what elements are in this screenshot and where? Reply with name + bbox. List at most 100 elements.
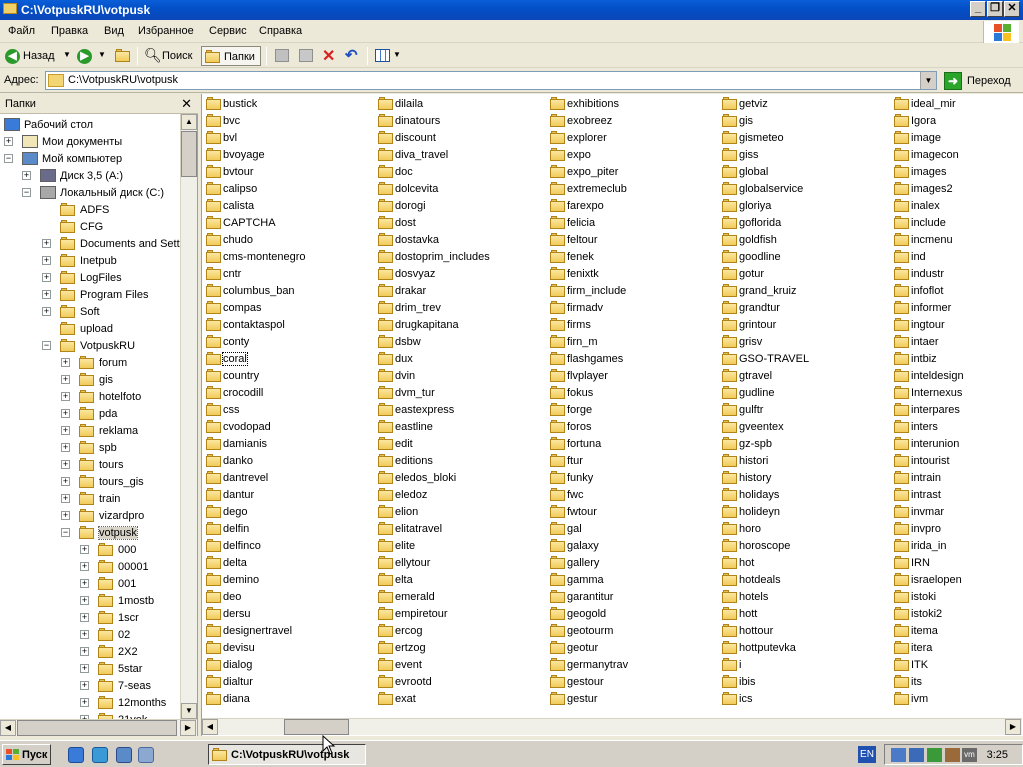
folder-item[interactable]: fokus [546,384,716,401]
folder-item[interactable]: fortuna [546,435,716,452]
folder-item[interactable]: hott [718,605,888,622]
folder-item[interactable]: chudo [202,231,372,248]
back-button[interactable]: ◀ Назад ▼ [2,46,72,66]
folder-item[interactable]: ertzog [374,639,544,656]
expand-icon[interactable]: + [61,477,70,486]
folder-item[interactable]: felicia [546,214,716,231]
tree-item[interactable]: +02 [0,627,180,644]
folder-item[interactable]: gamma [546,571,716,588]
expand-icon[interactable]: + [42,307,51,316]
tree-vertical-scrollbar[interactable]: ▲ ▼ [180,114,197,719]
folder-item[interactable]: ingtour [890,316,1023,333]
folder-item[interactable]: intourist [890,452,1023,469]
folder-item[interactable]: include [890,214,1023,231]
folder-item[interactable]: dvm_tur [374,384,544,401]
tree-item[interactable]: + pda [0,406,180,423]
tree-item[interactable]: + hotelfoto [0,389,180,406]
folder-item[interactable]: intrain [890,469,1023,486]
chevron-down-icon[interactable]: ▼ [393,50,401,59]
folder-item[interactable]: eledos_bloki [374,469,544,486]
forward-button[interactable]: ▶ ▼ [74,46,108,66]
tree-item[interactable]: − Локальный диск (C:) [0,185,180,202]
folder-item[interactable]: istoki [890,588,1023,605]
tree-item[interactable]: +21vek [0,712,180,719]
network-connection-icon[interactable] [891,748,906,762]
folder-item[interactable]: deo [202,588,372,605]
tree-item[interactable]: + spb [0,440,180,457]
folder-item[interactable]: dego [202,503,372,520]
folder-item[interactable]: dantur [202,486,372,503]
folder-item[interactable]: delfinco [202,537,372,554]
folder-item[interactable]: istoki2 [890,605,1023,622]
scroll-thumb[interactable] [284,719,349,735]
folder-item[interactable]: elitatravel [374,520,544,537]
folder-item[interactable]: inteldesign [890,367,1023,384]
folder-item[interactable]: cntr [202,265,372,282]
expand-icon[interactable]: + [80,630,89,639]
menu-tools[interactable]: Сервис [209,25,247,37]
folder-item[interactable]: fenek [546,248,716,265]
expand-icon[interactable]: + [61,358,70,367]
folder-item[interactable]: dolcevita [374,180,544,197]
close-button[interactable]: ✕ [1004,1,1020,17]
up-folder-button[interactable] [112,46,134,66]
folder-item[interactable]: dersu [202,605,372,622]
folder-item[interactable]: inters [890,418,1023,435]
folder-item[interactable]: geogold [546,605,716,622]
folder-item[interactable]: feltour [546,231,716,248]
tree-item[interactable]: + LogFiles [0,270,180,287]
folder-item[interactable]: globalservice [718,180,888,197]
folder-item[interactable]: dialog [202,656,372,673]
folder-item[interactable]: dosvyaz [374,265,544,282]
tree-item[interactable]: +000 [0,542,180,559]
folder-item[interactable]: gz-spb [718,435,888,452]
collapse-icon[interactable]: − [42,341,51,350]
scroll-right-icon[interactable]: ▶ [180,720,196,736]
folder-item[interactable]: intbiz [890,350,1023,367]
tree-item[interactable]: ADFS [0,202,180,219]
folder-item[interactable]: gtravel [718,367,888,384]
scroll-up-icon[interactable]: ▲ [181,114,197,130]
folder-item[interactable]: drakar [374,282,544,299]
folder-item[interactable]: fwtour [546,503,716,520]
folder-item[interactable]: crocodill [202,384,372,401]
folder-item[interactable]: firmadv [546,299,716,316]
folder-item[interactable]: dost [374,214,544,231]
folder-item[interactable]: holidays [718,486,888,503]
expand-icon[interactable]: + [61,392,70,401]
folder-item[interactable]: diva_travel [374,146,544,163]
folder-item[interactable]: exobreez [546,112,716,129]
folder-item[interactable]: ind [890,248,1023,265]
folder-item[interactable]: geotur [546,639,716,656]
folder-item[interactable]: eastexpress [374,401,544,418]
folder-item[interactable]: delfin [202,520,372,537]
folder-item[interactable]: editions [374,452,544,469]
start-button[interactable]: Пуск [2,744,51,765]
folder-item[interactable]: ITK [890,656,1023,673]
folder-item[interactable]: bvl [202,129,372,146]
expand-icon[interactable]: + [61,494,70,503]
close-icon[interactable]: ✕ [181,96,192,112]
tree-item[interactable]: +2X2 [0,644,180,661]
delete-button[interactable]: ✕ [319,46,339,66]
expand-icon[interactable]: + [42,256,51,265]
folder-item[interactable]: gveentex [718,418,888,435]
tree-item[interactable]: + vizardpro [0,508,180,525]
expand-icon[interactable]: + [61,443,70,452]
folder-item[interactable]: informer [890,299,1023,316]
folder-item[interactable]: dvin [374,367,544,384]
network-connection-icon[interactable] [909,748,924,762]
folder-item[interactable]: drugkapitana [374,316,544,333]
expand-icon[interactable]: + [80,613,89,622]
folder-item[interactable]: bvc [202,112,372,129]
tree-item[interactable]: − votpusk [0,525,180,542]
folder-item[interactable]: elite [374,537,544,554]
folder-item[interactable]: bvoyage [202,146,372,163]
folder-item[interactable]: global [718,163,888,180]
folder-item[interactable]: eastline [374,418,544,435]
folder-item[interactable]: grandtur [718,299,888,316]
collapse-icon[interactable]: − [22,188,31,197]
folder-item[interactable]: calista [202,197,372,214]
tree-item[interactable]: + reklama [0,423,180,440]
menu-favorites[interactable]: Избранное [138,25,194,37]
